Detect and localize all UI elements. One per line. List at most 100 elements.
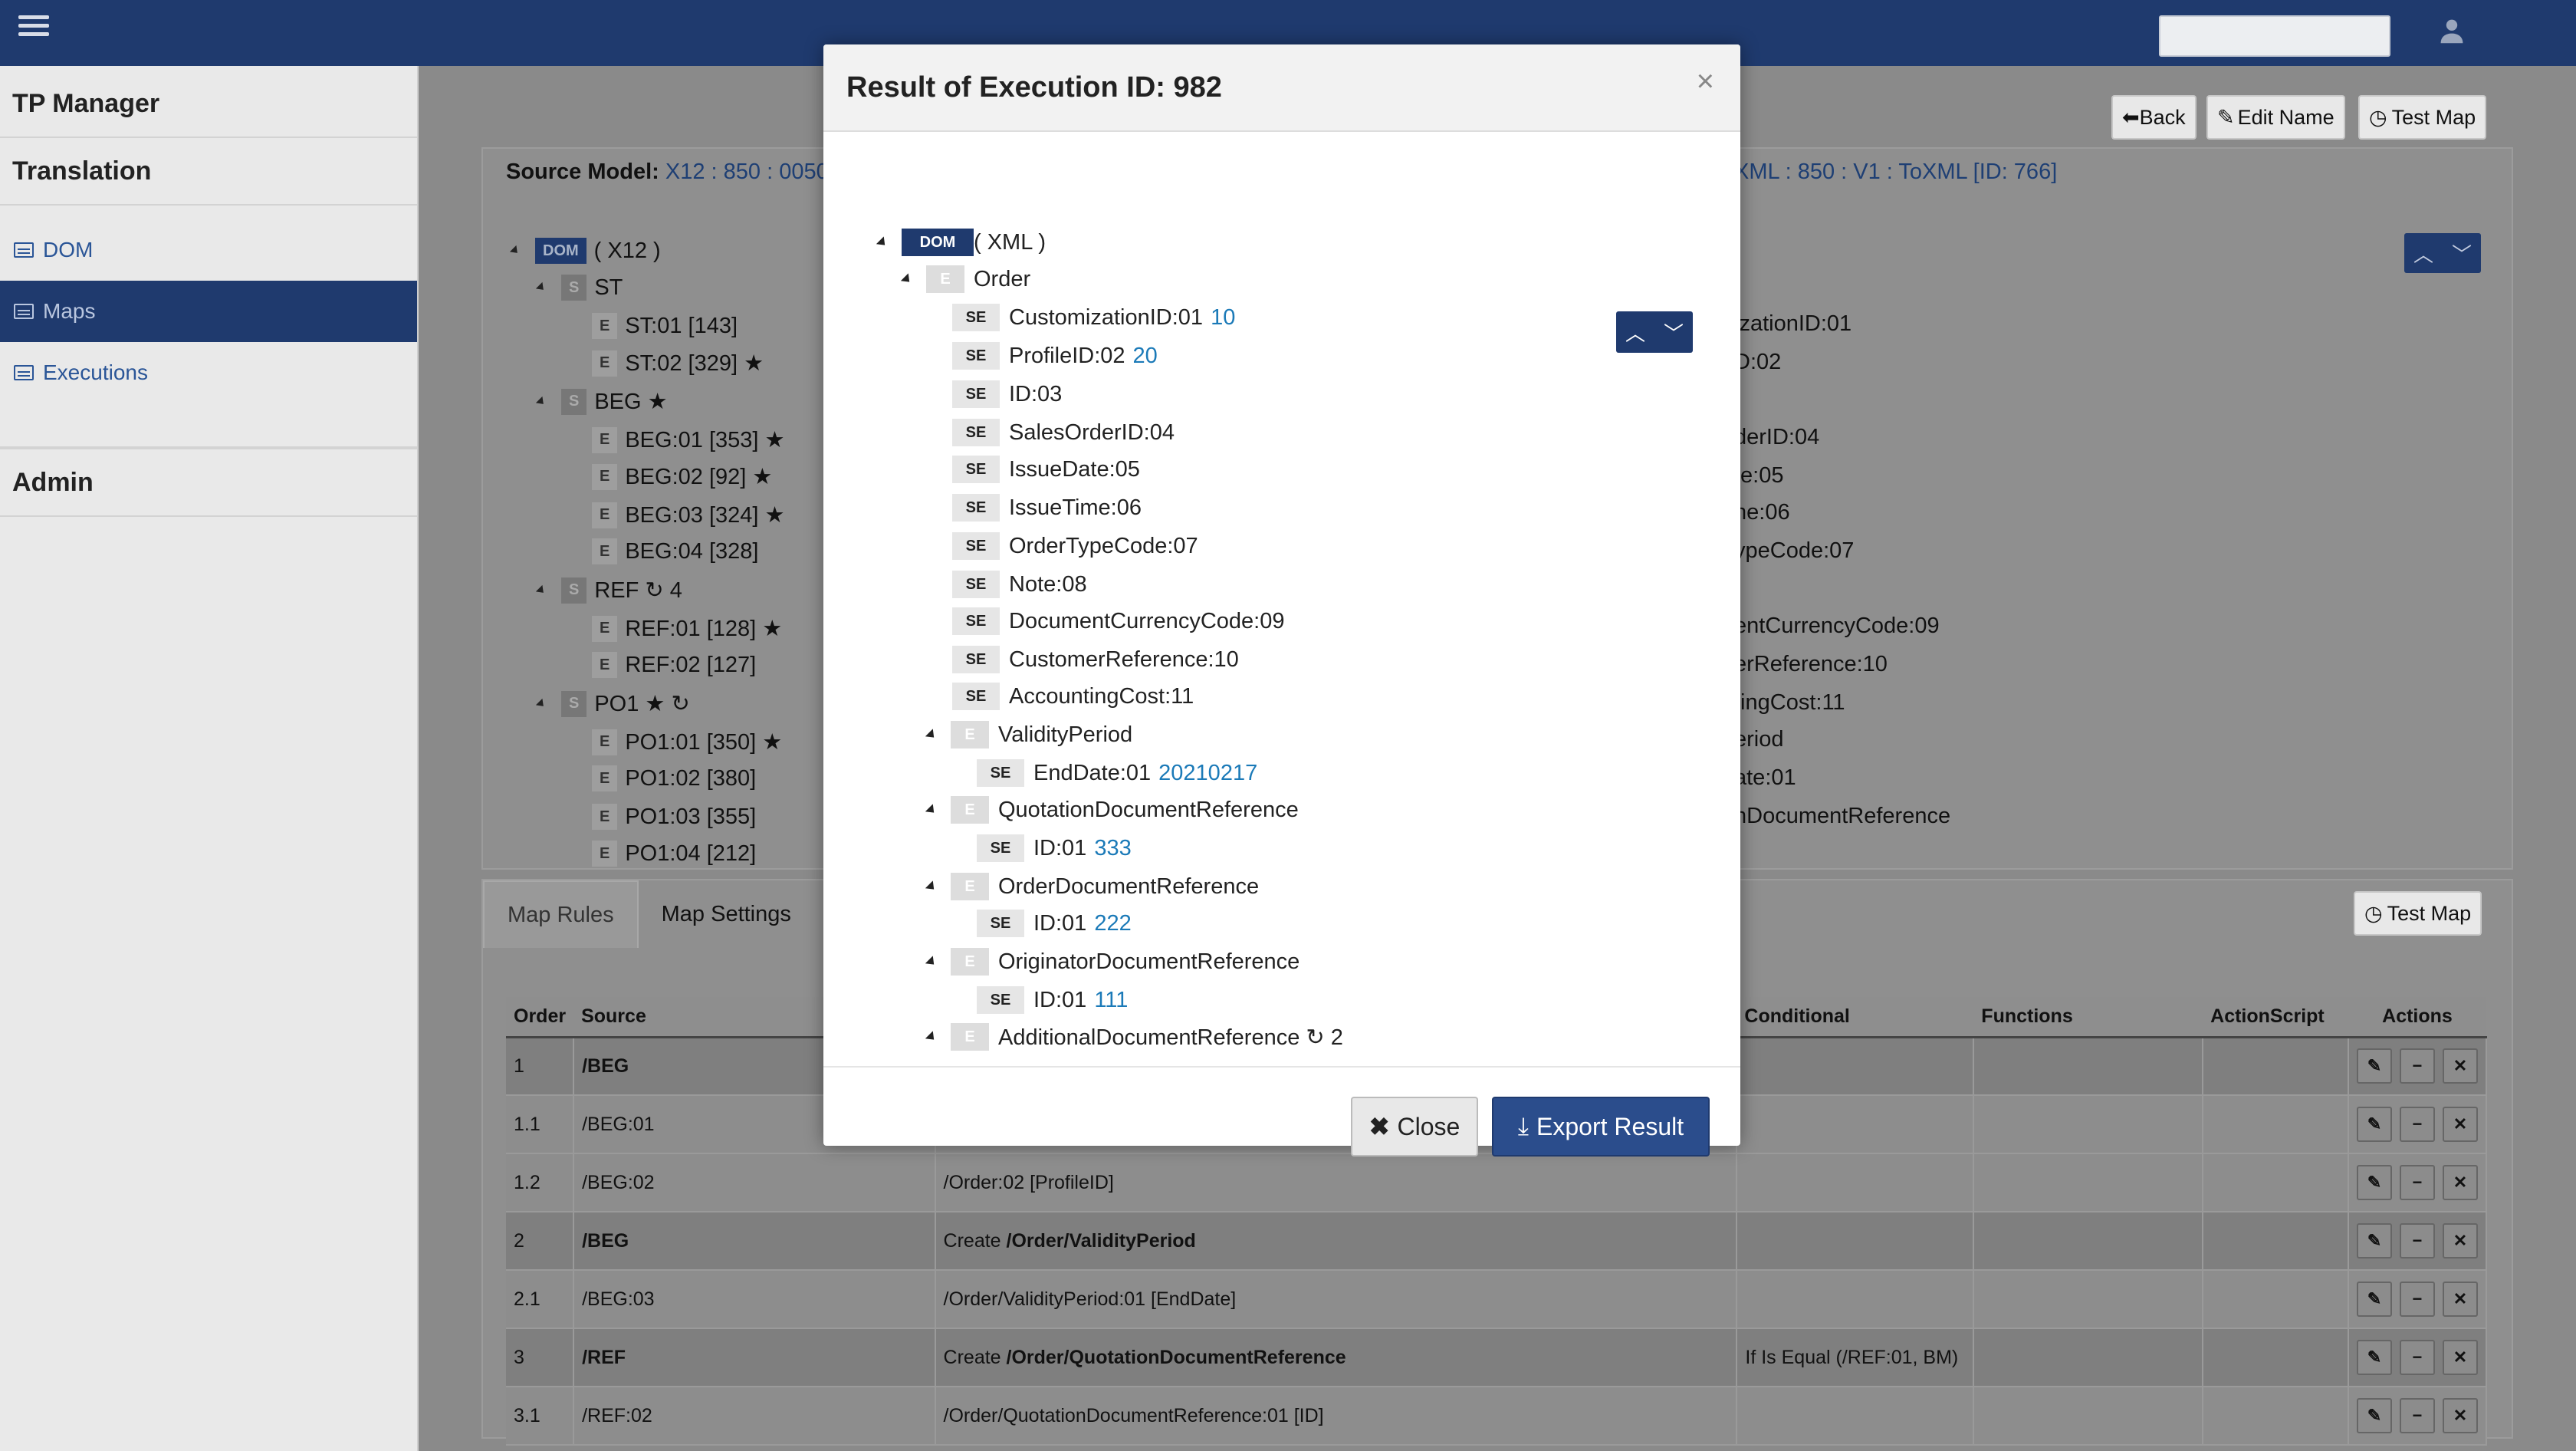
user-icon[interactable] [2438, 17, 2466, 44]
minus-icon[interactable]: − [2399, 1282, 2435, 1317]
target-list-item[interactable]: ne:06 [1734, 500, 1790, 525]
tree-node-label[interactable]: ID:01 [1033, 911, 1086, 936]
delete-icon[interactable]: ✕ [2442, 1282, 2478, 1317]
delete-icon[interactable]: ✕ [2442, 1107, 2478, 1142]
tree-node-label[interactable]: PO1 ★ ↻ [594, 690, 689, 717]
column-header-functions[interactable]: Functions [1973, 997, 2203, 1038]
chevron-down-icon[interactable]: ﹀ [1654, 311, 1693, 353]
tree-node-label[interactable]: CustomerReference:10 [1009, 647, 1239, 673]
collapse-caret-icon[interactable] [925, 955, 938, 969]
tree-node-label[interactable]: PO1:01 [350] ★ [625, 729, 782, 755]
collapse-caret-icon[interactable] [876, 235, 889, 249]
collapse-caret-icon[interactable] [925, 803, 938, 817]
sidebar-section-translation[interactable]: Translation [0, 138, 417, 206]
tree-node-label[interactable]: ID:03 [1009, 382, 1062, 407]
edit-icon[interactable]: ✎ [2356, 1340, 2392, 1375]
search-input[interactable] [2159, 15, 2390, 57]
test-map-button-rules[interactable]: ◷ Test Map [2354, 891, 2482, 936]
tree-node-label[interactable]: PO1:02 [380] [625, 766, 756, 791]
edit-icon[interactable]: ✎ [2356, 1398, 2392, 1433]
target-list-item[interactable]: ypeCode:07 [1734, 538, 1854, 564]
tree-node-label[interactable]: OrderTypeCode:07 [1009, 534, 1198, 559]
tree-node-label[interactable]: ID:01 [1033, 988, 1086, 1013]
minus-icon[interactable]: − [2399, 1107, 2435, 1142]
tree-node-label[interactable]: CustomizationID:01 [1009, 305, 1203, 331]
sidebar-item-maps[interactable]: Maps [0, 281, 417, 342]
tree-node-label[interactable]: ST [594, 275, 623, 301]
tree-node-label[interactable]: AdditionalDocumentReference ↻ 2 [998, 1024, 1343, 1051]
chevron-up-icon[interactable]: ︿ [2404, 233, 2443, 273]
tree-node-label[interactable]: AccountingCost:11 [1009, 684, 1194, 709]
tree-node-label[interactable]: BEG:03 [324] ★ [625, 502, 784, 528]
minus-icon[interactable]: − [2399, 1398, 2435, 1433]
table-row[interactable]: 3.1 /REF:02 /Order/QuotationDocumentRefe… [506, 1387, 2488, 1446]
tree-node-label[interactable]: PO1:03 [355] [625, 804, 756, 830]
source-model-link[interactable]: X12 : 850 : 0050 [665, 160, 829, 184]
column-header-actionscript[interactable]: ActionScript [2203, 997, 2348, 1038]
target-model-title[interactable]: XML : 850 : V1 : ToXML [ID: 766] [1734, 160, 2057, 185]
column-header-order[interactable]: Order [506, 997, 574, 1038]
minus-icon[interactable]: − [2399, 1340, 2435, 1375]
back-button[interactable]: ⬅ Back [2111, 95, 2196, 140]
delete-icon[interactable]: ✕ [2442, 1165, 2478, 1200]
collapse-caret-icon[interactable] [925, 1030, 938, 1044]
test-map-button[interactable]: ◷ Test Map [2358, 95, 2487, 140]
tree-node-label[interactable]: ID:01 [1033, 836, 1086, 861]
tree-node-label[interactable]: BEG ★ [594, 388, 667, 415]
tab-map-settings[interactable]: Map Settings [639, 880, 814, 948]
target-list-item[interactable]: entCurrencyCode:09 [1734, 614, 1940, 639]
tree-node-label[interactable]: OriginatorDocumentReference [998, 949, 1300, 975]
tree-node-label[interactable]: REF:01 [128] ★ [625, 615, 782, 642]
tree-node-label[interactable]: REF:02 [127] [625, 653, 756, 678]
collapse-caret-icon[interactable] [535, 281, 547, 294]
close-button[interactable]: ✖ Close [1351, 1097, 1478, 1157]
sidebar-section-tp-manager[interactable]: TP Manager [0, 71, 417, 138]
tree-node-label[interactable]: ProfileID:02 [1009, 344, 1125, 369]
tree-node-label[interactable]: OrderDocumentReference [998, 874, 1259, 900]
tree-node-label[interactable]: EndDate:01 [1033, 761, 1151, 786]
target-list-item[interactable]: derID:04 [1734, 425, 1819, 450]
table-row[interactable]: 3 /REF Create /Order/QuotationDocumentRe… [506, 1328, 2488, 1387]
collapse-caret-icon[interactable] [925, 880, 938, 893]
edit-icon[interactable]: ✎ [2356, 1165, 2392, 1200]
sidebar-item-dom[interactable]: DOM [0, 219, 417, 281]
edit-name-button[interactable]: ✎ Edit Name [2206, 95, 2345, 140]
table-row[interactable]: 2.1 /BEG:03 /Order/ValidityPeriod:01 [En… [506, 1270, 2488, 1329]
edit-icon[interactable]: ✎ [2356, 1223, 2392, 1259]
collapse-caret-icon[interactable] [535, 584, 547, 596]
column-header-conditional[interactable]: Conditional [1737, 997, 1974, 1038]
hamburger-icon[interactable] [18, 11, 49, 41]
sidebar-section-admin[interactable]: Admin [0, 449, 417, 517]
delete-icon[interactable]: ✕ [2442, 1340, 2478, 1375]
tree-node-label[interactable]: ST:01 [143] [625, 314, 738, 339]
collapse-caret-icon[interactable] [925, 728, 938, 742]
delete-icon[interactable]: ✕ [2442, 1398, 2478, 1433]
target-list-item[interactable]: izationID:01 [1734, 311, 1852, 337]
target-list-item[interactable]: nDocumentReference [1734, 804, 1950, 829]
target-list-item[interactable]: D:02 [1734, 350, 1781, 375]
tree-node-label[interactable]: PO1:04 [212] [625, 841, 756, 867]
collapse-caret-icon[interactable] [535, 698, 547, 709]
minus-icon[interactable]: − [2399, 1165, 2435, 1200]
tree-node-label[interactable]: QuotationDocumentReference [998, 798, 1299, 823]
table-row[interactable]: 2 /BEG Create /Order/ValidityPeriod ✎ − ✕ [506, 1212, 2488, 1271]
target-list-item[interactable]: erReference:10 [1734, 652, 1888, 677]
tree-node-label[interactable]: ( X12 ) [594, 239, 661, 264]
tree-node-label[interactable]: ( XML ) [974, 230, 1046, 255]
tree-node-label[interactable]: SalesOrderID:04 [1009, 420, 1175, 446]
chevron-up-icon[interactable]: ︿ [1616, 311, 1654, 353]
tree-node-label[interactable]: IssueTime:06 [1009, 495, 1142, 521]
export-result-button[interactable]: ⤓ Export Result [1492, 1097, 1710, 1157]
collapse-caret-icon[interactable] [535, 396, 547, 407]
minus-icon[interactable]: − [2399, 1223, 2435, 1259]
target-list-item[interactable]: tingCost:11 [1734, 690, 1845, 716]
chevron-down-icon[interactable]: ﹀ [2443, 233, 2481, 273]
collapse-caret-icon[interactable] [509, 245, 521, 257]
delete-icon[interactable]: ✕ [2442, 1048, 2478, 1084]
target-list-item[interactable]: te:05 [1734, 463, 1784, 489]
delete-icon[interactable]: ✕ [2442, 1223, 2478, 1259]
collapse-caret-icon[interactable] [900, 272, 914, 286]
sidebar-item-executions[interactable]: Executions [0, 342, 417, 403]
target-list-item[interactable]: ate:01 [1734, 765, 1796, 791]
target-list-item[interactable]: eriod [1734, 727, 1784, 752]
